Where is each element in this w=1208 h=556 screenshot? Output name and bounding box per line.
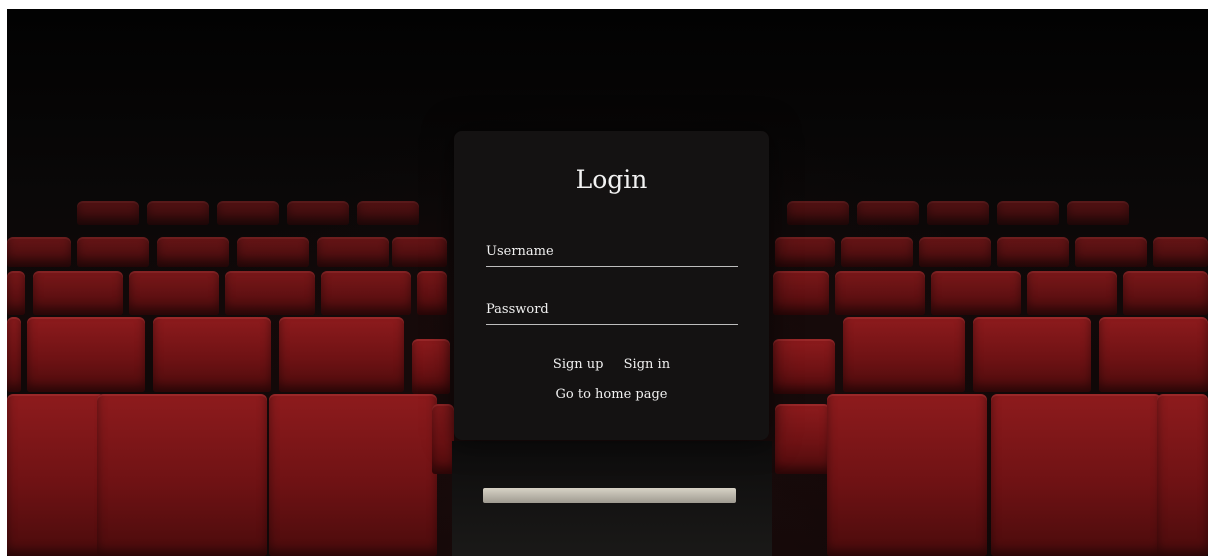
seat xyxy=(919,237,991,267)
seat xyxy=(77,201,139,225)
seat xyxy=(787,201,849,225)
aisle-step-light xyxy=(483,488,736,503)
seat xyxy=(931,271,1021,315)
seat xyxy=(775,237,835,267)
seat xyxy=(97,394,267,556)
seat xyxy=(973,317,1091,392)
seat xyxy=(997,201,1059,225)
seat xyxy=(1067,201,1129,225)
login-card: Login Sign up Sign in Go to home page xyxy=(454,131,769,440)
seat xyxy=(773,271,829,315)
seat xyxy=(225,271,315,315)
username-input[interactable] xyxy=(486,241,738,267)
seat xyxy=(417,271,447,315)
seat xyxy=(1153,237,1208,267)
seat xyxy=(237,237,309,267)
login-title: Login xyxy=(575,165,648,194)
seat xyxy=(157,237,229,267)
seat xyxy=(321,271,411,315)
seat xyxy=(775,404,830,474)
seat xyxy=(773,339,835,394)
seat xyxy=(217,201,279,225)
seat xyxy=(392,237,447,267)
seat xyxy=(7,271,25,315)
seat xyxy=(287,201,349,225)
seat xyxy=(1123,271,1208,315)
seat xyxy=(1075,237,1147,267)
seat xyxy=(7,394,105,556)
seat xyxy=(841,237,913,267)
home-page-link[interactable]: Go to home page xyxy=(454,387,769,402)
sign-in-button[interactable]: Sign in xyxy=(616,357,678,372)
seat xyxy=(412,339,450,394)
seat xyxy=(269,394,437,556)
seat xyxy=(7,237,71,267)
auth-actions: Sign up Sign in xyxy=(454,357,769,372)
seat xyxy=(927,201,989,225)
seat xyxy=(1157,394,1208,556)
seat xyxy=(357,201,419,225)
seat xyxy=(279,317,404,392)
seat xyxy=(857,201,919,225)
seat xyxy=(153,317,271,392)
seat xyxy=(33,271,123,315)
seat xyxy=(27,317,145,392)
seat xyxy=(835,271,925,315)
seat xyxy=(432,404,454,474)
seat xyxy=(129,271,219,315)
page-frame: Login Sign up Sign in Go to home page xyxy=(7,9,1208,556)
seat xyxy=(77,237,149,267)
seat xyxy=(7,317,21,392)
seat xyxy=(1027,271,1117,315)
seat xyxy=(1099,317,1208,392)
seat xyxy=(827,394,987,556)
seat xyxy=(997,237,1069,267)
seat xyxy=(147,201,209,225)
sign-up-button[interactable]: Sign up xyxy=(545,357,612,372)
seat xyxy=(843,317,965,392)
seat xyxy=(991,394,1161,556)
password-input[interactable] xyxy=(486,299,738,325)
seat xyxy=(317,237,389,267)
